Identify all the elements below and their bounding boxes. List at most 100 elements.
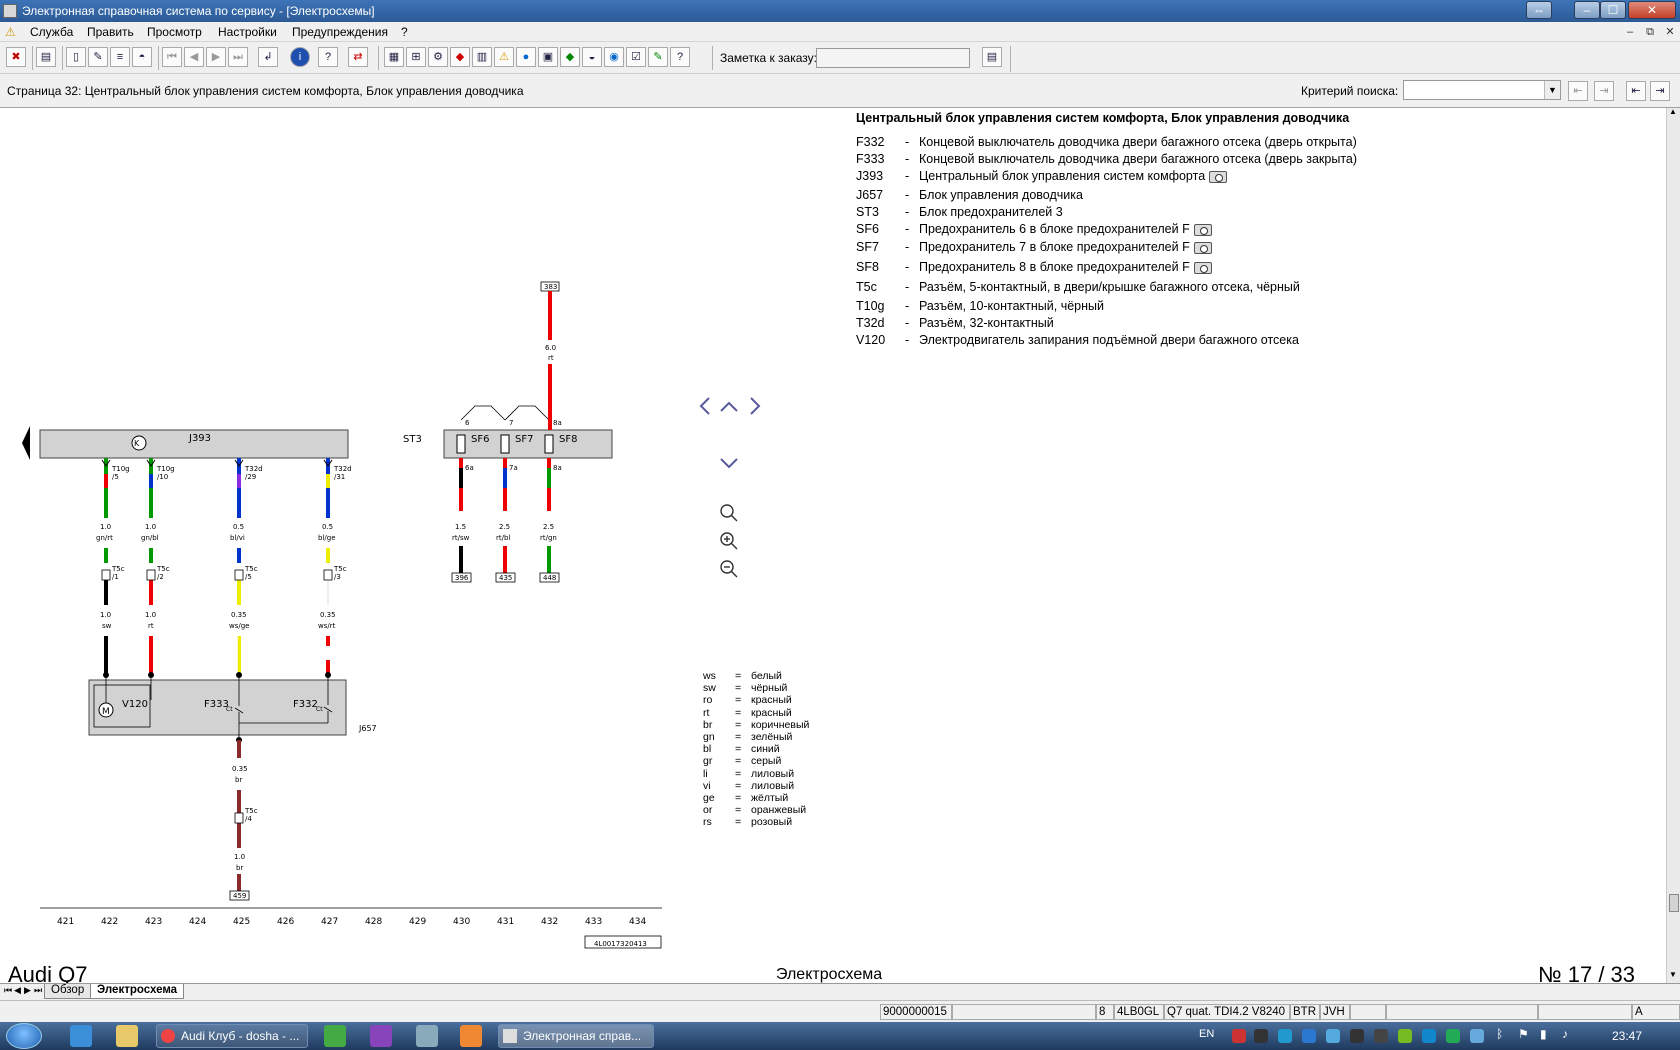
first-page-icon[interactable]: ⏮	[162, 47, 182, 67]
tool-5-icon[interactable]: ▥	[472, 47, 492, 67]
last-page-icon[interactable]: ⏭	[228, 47, 248, 67]
clock[interactable]: 23:47	[1612, 1029, 1642, 1043]
close-button[interactable]: ✕	[1628, 1, 1676, 19]
tool-13-icon[interactable]: ✎	[648, 47, 668, 67]
maximize-button[interactable]: ☐	[1600, 1, 1626, 19]
collapse-right-icon[interactable]: ⇥	[1650, 81, 1670, 101]
flag-icon[interactable]: ⚑	[1518, 1027, 1529, 1041]
tool-11-icon[interactable]: ◉	[604, 47, 624, 67]
bluetooth-icon[interactable]: ᛒ	[1496, 1027, 1503, 1041]
media-icon[interactable]	[460, 1025, 482, 1047]
tray-2-icon[interactable]	[1254, 1029, 1268, 1043]
tab-next-icon[interactable]: ▶	[24, 985, 31, 996]
tray-10-icon[interactable]	[1446, 1029, 1460, 1043]
menu-warnings[interactable]: Предупреждения	[292, 25, 388, 39]
tool-2-icon[interactable]: ⊞	[406, 47, 426, 67]
tab-first-icon[interactable]: ⏮	[4, 985, 12, 996]
volume-icon[interactable]: ♪	[1562, 1027, 1568, 1041]
explorer-icon[interactable]	[116, 1025, 138, 1047]
track-numbers: 421 422 423 424 425 426 427 428 429 430 …	[57, 917, 646, 927]
edit-document-icon[interactable]: ✎	[88, 47, 108, 67]
menu-help[interactable]: ?	[401, 25, 408, 39]
warning-tool-icon[interactable]: ⚠	[494, 47, 514, 67]
tray-6-icon[interactable]	[1350, 1029, 1364, 1043]
restore-resize-button[interactable]: ⇔	[1526, 1, 1552, 19]
nvidia-icon[interactable]	[1398, 1029, 1412, 1043]
tray-9-icon[interactable]	[1422, 1029, 1436, 1043]
tray-7-icon[interactable]	[1374, 1029, 1388, 1043]
tab-overview[interactable]: Обзор	[44, 984, 92, 999]
tab-prev-icon[interactable]: ◀	[14, 985, 21, 996]
tool-9-icon[interactable]: ◆	[560, 47, 580, 67]
page-counter: № 17 / 33	[1538, 962, 1636, 983]
tab-last-icon[interactable]: ⏭	[34, 985, 42, 996]
globe-icon[interactable]: ●	[516, 47, 536, 67]
order-note-button[interactable]: ▤	[982, 47, 1002, 67]
camera-icon[interactable]	[1193, 261, 1212, 274]
collapse-left-icon[interactable]: ⇤	[1626, 81, 1646, 101]
new-document-icon[interactable]: ▯	[66, 47, 86, 67]
tray-3-icon[interactable]	[1278, 1029, 1292, 1043]
tray-11-icon[interactable]	[1470, 1029, 1484, 1043]
car-icon[interactable]: ◒	[582, 47, 602, 67]
previous-page-icon[interactable]: ◀	[184, 47, 204, 67]
app-2-icon[interactable]	[370, 1025, 392, 1047]
search-criteria-select[interactable]: ▼	[1403, 80, 1561, 100]
scroll-thumb[interactable]	[1669, 894, 1679, 912]
next-page-icon[interactable]: ▶	[206, 47, 226, 67]
scroll-up-icon[interactable]: ▲	[1669, 107, 1677, 116]
color-abbr: gr	[703, 755, 713, 768]
tool-3-icon[interactable]: ⚙	[428, 47, 448, 67]
mdi-close-button[interactable]: ✕	[1662, 25, 1678, 39]
checklist-icon[interactable]: ☑	[626, 47, 646, 67]
exit-icon[interactable]: ✖	[6, 47, 26, 67]
help-icon[interactable]: ?	[318, 47, 338, 67]
print-icon[interactable]: ▤	[36, 47, 56, 67]
swap-icon[interactable]: ⇄	[348, 47, 368, 67]
legend-code: T32d	[856, 316, 885, 330]
vehicle-icon[interactable]: ◓	[132, 47, 152, 67]
tray-4-icon[interactable]	[1302, 1029, 1316, 1043]
chevron-down-icon[interactable]: ▼	[1544, 81, 1560, 99]
app-3-icon[interactable]	[416, 1025, 438, 1047]
tool-1-icon[interactable]: ▦	[384, 47, 404, 67]
search-forward-icon[interactable]: ⇥	[1594, 81, 1614, 101]
taskbar-item-browser[interactable]: Audi Клуб - dosha - ...	[156, 1024, 308, 1048]
network-icon[interactable]: ▮	[1540, 1027, 1547, 1041]
order-note-input[interactable]	[816, 48, 970, 68]
app-1-icon[interactable]	[324, 1025, 346, 1047]
svg-text:/31: /31	[334, 473, 345, 481]
legend-text: Концевой выключатель доводчика двери баг…	[919, 152, 1358, 166]
info-icon[interactable]: i	[290, 47, 310, 67]
start-button[interactable]	[6, 1023, 42, 1049]
status-cell-a	[1350, 1004, 1386, 1020]
scroll-down-icon[interactable]: ▼	[1669, 970, 1677, 979]
svg-text:T5c: T5c	[333, 565, 347, 573]
taskbar-item-service[interactable]: Электронная справ...	[498, 1024, 654, 1048]
wiring-diagram-page: K J393 ST3 SF6 SF7 SF8 6 7 8a 383 6.0 rt	[0, 108, 1666, 983]
language-indicator[interactable]: EN	[1199, 1028, 1214, 1040]
color-abbr: bl	[703, 743, 712, 756]
menu-service[interactable]: Служба	[30, 25, 73, 39]
minimize-button[interactable]: –	[1574, 1, 1600, 19]
tool-8-icon[interactable]: ▣	[538, 47, 558, 67]
camera-icon[interactable]	[1209, 170, 1228, 183]
mdi-minimize-button[interactable]: –	[1622, 25, 1638, 39]
tool-14-icon[interactable]: ?	[670, 47, 690, 67]
tool-4-icon[interactable]: ◆	[450, 47, 470, 67]
vertical-scrollbar[interactable]: ▲ ▼	[1666, 107, 1680, 983]
menu-view[interactable]: Просмотр	[147, 25, 202, 39]
tray-1-icon[interactable]	[1232, 1029, 1246, 1043]
document-list-icon[interactable]: ≡	[110, 47, 130, 67]
ie-icon[interactable]	[70, 1025, 92, 1047]
menu-settings[interactable]: Настройки	[218, 25, 277, 39]
return-icon[interactable]: ↲	[258, 47, 278, 67]
search-back-icon[interactable]: ⇤	[1568, 81, 1588, 101]
tab-wiring-diagram[interactable]: Электросхема	[90, 984, 185, 999]
camera-icon[interactable]	[1193, 223, 1212, 236]
mdi-restore-button[interactable]: ⧉	[1642, 25, 1658, 39]
camera-icon[interactable]	[1193, 241, 1212, 254]
menu-edit[interactable]: Править	[87, 25, 134, 39]
sf8-label: SF8	[559, 434, 577, 445]
tray-5-icon[interactable]	[1326, 1029, 1340, 1043]
